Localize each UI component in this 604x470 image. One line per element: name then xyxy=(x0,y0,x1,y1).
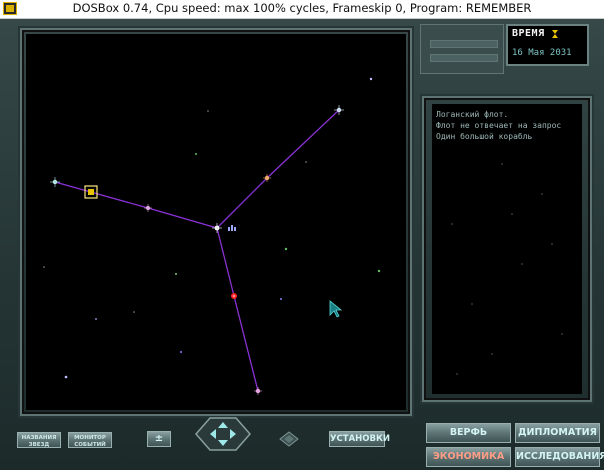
fleet-marker-icon[interactable] xyxy=(228,225,236,231)
research-button[interactable]: ИССЛЕДОВАНИЯ xyxy=(515,447,604,467)
center-view-button[interactable] xyxy=(278,431,300,447)
route-line xyxy=(147,207,218,229)
route-line xyxy=(54,181,149,209)
time-label: ВРЕМЯ xyxy=(512,28,545,39)
route-line xyxy=(216,177,268,229)
route-stars[interactable] xyxy=(50,105,344,395)
log-line: Флот не отвечает на запрос xyxy=(436,121,562,130)
log-line: Логанский флот. xyxy=(436,110,509,119)
bg-star xyxy=(280,298,282,300)
bg-star xyxy=(95,318,97,320)
hourglass-icon xyxy=(552,30,558,38)
bg-star xyxy=(195,153,197,155)
mouse-pointer-icon xyxy=(329,300,343,318)
route-line xyxy=(216,227,235,297)
route-line xyxy=(266,109,340,179)
plus-minus-icon: ± xyxy=(154,433,164,444)
enemy-star-system xyxy=(231,293,237,299)
events-monitor-button[interactable]: МОНИТОР СОБЫТИЙ xyxy=(68,432,112,448)
bg-star xyxy=(180,351,182,353)
route-line xyxy=(233,295,259,392)
map-scroll-pad[interactable] xyxy=(188,414,258,454)
bg-star xyxy=(369,77,373,81)
bg-star xyxy=(175,273,177,275)
time-panel: ВРЕМЯ 16 Мая 2031 xyxy=(506,24,589,66)
bg-star xyxy=(43,266,45,268)
economy-button[interactable]: ЭКОНОМИКА xyxy=(426,447,511,467)
event-log: Логанский флот. Флот не отвечает на запр… xyxy=(432,104,582,394)
bg-star xyxy=(284,247,288,251)
selection-cursor-icon xyxy=(84,185,98,199)
bg-star xyxy=(377,269,381,273)
log-background-stars xyxy=(451,163,563,375)
star-system xyxy=(254,387,262,395)
routes xyxy=(54,109,340,392)
settings-button[interactable]: УСТАНОВКИ xyxy=(329,431,390,447)
bg-star xyxy=(133,311,135,313)
diplomacy-button[interactable]: ДИПЛОМАТИЯ xyxy=(515,423,600,443)
bg-star xyxy=(64,375,68,379)
window-title: DOSBox 0.74, Cpu speed: max 100% cycles,… xyxy=(72,1,532,15)
bar-decoration xyxy=(430,54,498,62)
star-system xyxy=(144,204,152,212)
star-system xyxy=(50,177,60,187)
log-line: Один большой корабль xyxy=(436,132,533,141)
shipyard-button[interactable]: ВЕРФЬ xyxy=(426,423,511,443)
top-right-decoration xyxy=(420,24,504,74)
background-stars xyxy=(43,77,381,379)
bar-decoration xyxy=(430,40,498,48)
star-map-canvas[interactable] xyxy=(26,34,406,410)
window-titlebar: DOSBox 0.74, Cpu speed: max 100% cycles,… xyxy=(0,0,604,19)
bg-star xyxy=(207,110,209,112)
star-names-button[interactable]: НАЗВАНИЯ ЗВЕЗД xyxy=(17,432,61,448)
star-map[interactable] xyxy=(26,34,406,410)
bg-star xyxy=(305,161,307,163)
game-date: 16 Мая 2031 xyxy=(512,48,572,58)
zoom-toggle-button[interactable]: ± xyxy=(147,431,171,447)
